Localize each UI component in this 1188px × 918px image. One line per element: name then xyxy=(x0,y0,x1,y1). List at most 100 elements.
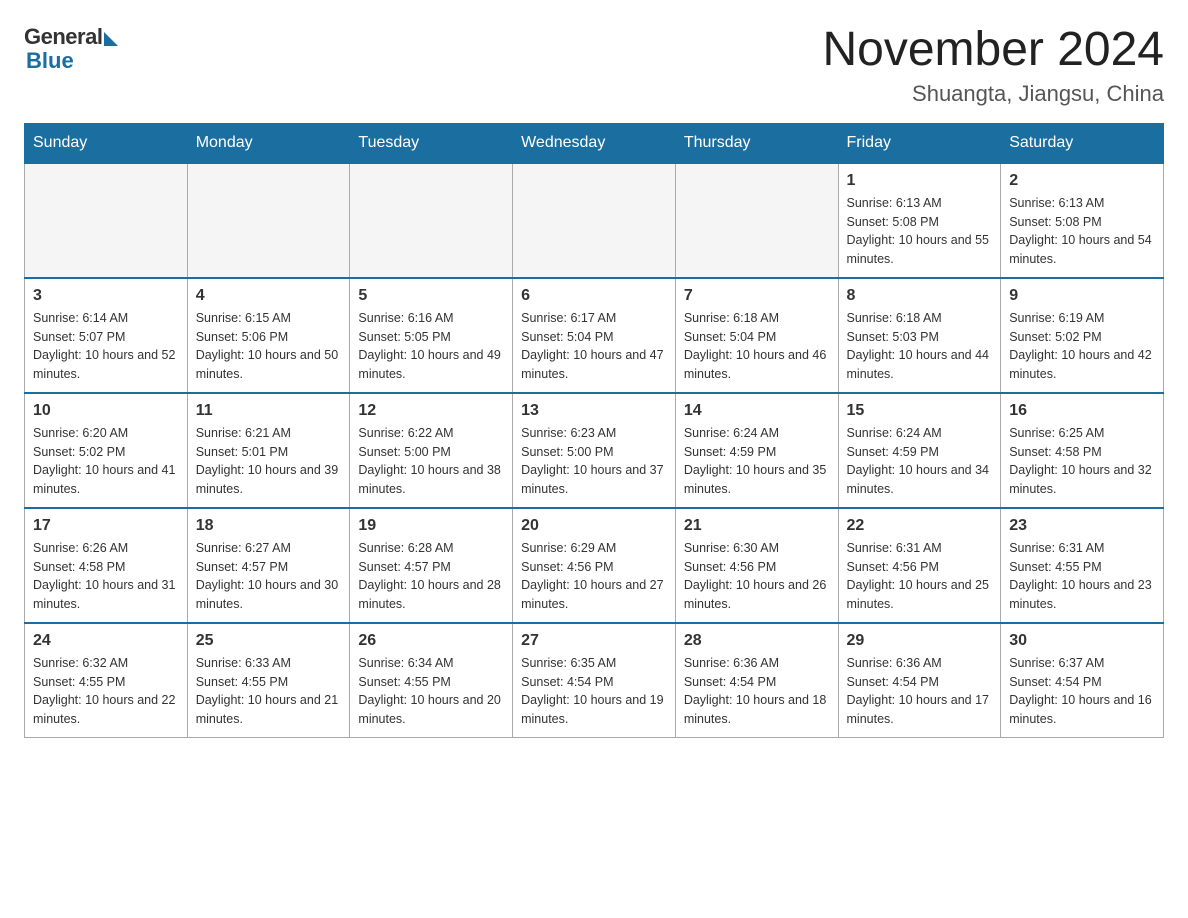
day-info-line: Sunrise: 6:37 AM xyxy=(1009,654,1155,673)
day-info-line: Daylight: 10 hours and 44 minutes. xyxy=(847,346,993,384)
day-info-line: Sunset: 4:54 PM xyxy=(1009,673,1155,692)
weekday-header-sunday: Sunday xyxy=(25,123,188,163)
calendar-cell: 13Sunrise: 6:23 AMSunset: 5:00 PMDayligh… xyxy=(513,393,676,508)
day-info-line: Daylight: 10 hours and 17 minutes. xyxy=(847,691,993,729)
day-info-line: Sunrise: 6:23 AM xyxy=(521,424,667,443)
day-info-line: Daylight: 10 hours and 54 minutes. xyxy=(1009,231,1155,269)
day-info-line: Sunrise: 6:27 AM xyxy=(196,539,342,558)
day-number: 12 xyxy=(358,402,504,420)
calendar-cell: 5Sunrise: 6:16 AMSunset: 5:05 PMDaylight… xyxy=(350,278,513,393)
weekday-header-wednesday: Wednesday xyxy=(513,123,676,163)
calendar-week-3: 10Sunrise: 6:20 AMSunset: 5:02 PMDayligh… xyxy=(25,393,1164,508)
day-info-line: Daylight: 10 hours and 52 minutes. xyxy=(33,346,179,384)
day-info-line: Sunset: 5:08 PM xyxy=(847,213,993,232)
calendar-cell: 6Sunrise: 6:17 AMSunset: 5:04 PMDaylight… xyxy=(513,278,676,393)
day-info-line: Daylight: 10 hours and 41 minutes. xyxy=(33,461,179,499)
weekday-header-monday: Monday xyxy=(187,123,350,163)
calendar-cell xyxy=(187,163,350,278)
day-info-line: Sunset: 5:02 PM xyxy=(1009,328,1155,347)
calendar-cell: 20Sunrise: 6:29 AMSunset: 4:56 PMDayligh… xyxy=(513,508,676,623)
day-info-line: Sunset: 4:58 PM xyxy=(1009,443,1155,462)
calendar-table: SundayMondayTuesdayWednesdayThursdayFrid… xyxy=(24,123,1164,738)
day-info-line: Sunset: 5:03 PM xyxy=(847,328,993,347)
day-info-line: Daylight: 10 hours and 21 minutes. xyxy=(196,691,342,729)
day-info-line: Daylight: 10 hours and 20 minutes. xyxy=(358,691,504,729)
day-info-line: Sunrise: 6:20 AM xyxy=(33,424,179,443)
day-info-line: Daylight: 10 hours and 30 minutes. xyxy=(196,576,342,614)
day-info-line: Daylight: 10 hours and 38 minutes. xyxy=(358,461,504,499)
weekday-header-row: SundayMondayTuesdayWednesdayThursdayFrid… xyxy=(25,123,1164,163)
day-number: 5 xyxy=(358,287,504,305)
day-number: 24 xyxy=(33,632,179,650)
calendar-cell: 2Sunrise: 6:13 AMSunset: 5:08 PMDaylight… xyxy=(1001,163,1164,278)
day-info-line: Sunrise: 6:17 AM xyxy=(521,309,667,328)
calendar-cell: 29Sunrise: 6:36 AMSunset: 4:54 PMDayligh… xyxy=(838,623,1001,738)
day-number: 27 xyxy=(521,632,667,650)
calendar-cell: 30Sunrise: 6:37 AMSunset: 4:54 PMDayligh… xyxy=(1001,623,1164,738)
day-info-line: Sunset: 5:04 PM xyxy=(684,328,830,347)
day-info-line: Sunrise: 6:22 AM xyxy=(358,424,504,443)
day-info-line: Sunrise: 6:33 AM xyxy=(196,654,342,673)
day-info-line: Daylight: 10 hours and 23 minutes. xyxy=(1009,576,1155,614)
day-number: 22 xyxy=(847,517,993,535)
day-info-line: Sunrise: 6:31 AM xyxy=(1009,539,1155,558)
calendar-cell: 14Sunrise: 6:24 AMSunset: 4:59 PMDayligh… xyxy=(675,393,838,508)
day-number: 8 xyxy=(847,287,993,305)
day-info-line: Daylight: 10 hours and 25 minutes. xyxy=(847,576,993,614)
day-info-line: Sunrise: 6:15 AM xyxy=(196,309,342,328)
calendar-cell: 21Sunrise: 6:30 AMSunset: 4:56 PMDayligh… xyxy=(675,508,838,623)
day-info-line: Daylight: 10 hours and 18 minutes. xyxy=(684,691,830,729)
calendar-cell: 9Sunrise: 6:19 AMSunset: 5:02 PMDaylight… xyxy=(1001,278,1164,393)
day-info-line: Sunset: 4:54 PM xyxy=(521,673,667,692)
weekday-header-tuesday: Tuesday xyxy=(350,123,513,163)
logo-blue-text: Blue xyxy=(26,48,74,74)
calendar-cell: 27Sunrise: 6:35 AMSunset: 4:54 PMDayligh… xyxy=(513,623,676,738)
day-number: 2 xyxy=(1009,172,1155,190)
day-info-line: Sunset: 4:57 PM xyxy=(196,558,342,577)
day-info-line: Sunset: 5:07 PM xyxy=(33,328,179,347)
day-info-line: Sunset: 4:55 PM xyxy=(196,673,342,692)
logo-general-text: General xyxy=(24,24,102,50)
day-info-line: Sunset: 4:59 PM xyxy=(847,443,993,462)
day-info-line: Daylight: 10 hours and 37 minutes. xyxy=(521,461,667,499)
day-info-line: Daylight: 10 hours and 16 minutes. xyxy=(1009,691,1155,729)
day-info-line: Daylight: 10 hours and 32 minutes. xyxy=(1009,461,1155,499)
day-info-line: Daylight: 10 hours and 27 minutes. xyxy=(521,576,667,614)
day-info-line: Sunset: 5:02 PM xyxy=(33,443,179,462)
day-info-line: Sunset: 5:08 PM xyxy=(1009,213,1155,232)
day-number: 7 xyxy=(684,287,830,305)
day-info-line: Sunset: 4:55 PM xyxy=(1009,558,1155,577)
day-info-line: Daylight: 10 hours and 31 minutes. xyxy=(33,576,179,614)
calendar-cell xyxy=(25,163,188,278)
calendar-cell: 8Sunrise: 6:18 AMSunset: 5:03 PMDaylight… xyxy=(838,278,1001,393)
day-info-line: Daylight: 10 hours and 28 minutes. xyxy=(358,576,504,614)
day-info-line: Sunrise: 6:29 AM xyxy=(521,539,667,558)
day-info-line: Sunrise: 6:24 AM xyxy=(847,424,993,443)
day-info-line: Sunrise: 6:24 AM xyxy=(684,424,830,443)
day-info-line: Daylight: 10 hours and 22 minutes. xyxy=(33,691,179,729)
day-info-line: Sunset: 5:04 PM xyxy=(521,328,667,347)
calendar-cell: 18Sunrise: 6:27 AMSunset: 4:57 PMDayligh… xyxy=(187,508,350,623)
day-info-line: Sunrise: 6:14 AM xyxy=(33,309,179,328)
day-info-line: Sunrise: 6:16 AM xyxy=(358,309,504,328)
calendar-week-1: 1Sunrise: 6:13 AMSunset: 5:08 PMDaylight… xyxy=(25,163,1164,278)
calendar-cell: 16Sunrise: 6:25 AMSunset: 4:58 PMDayligh… xyxy=(1001,393,1164,508)
day-info-line: Daylight: 10 hours and 55 minutes. xyxy=(847,231,993,269)
title-area: November 2024 Shuangta, Jiangsu, China xyxy=(822,24,1164,107)
day-info-line: Sunrise: 6:35 AM xyxy=(521,654,667,673)
day-info-line: Sunrise: 6:31 AM xyxy=(847,539,993,558)
day-number: 16 xyxy=(1009,402,1155,420)
day-info-line: Daylight: 10 hours and 49 minutes. xyxy=(358,346,504,384)
day-info-line: Sunset: 4:56 PM xyxy=(684,558,830,577)
day-number: 10 xyxy=(33,402,179,420)
day-info-line: Daylight: 10 hours and 26 minutes. xyxy=(684,576,830,614)
day-number: 14 xyxy=(684,402,830,420)
day-info-line: Sunset: 5:00 PM xyxy=(358,443,504,462)
page-header: General Blue November 2024 Shuangta, Jia… xyxy=(24,24,1164,107)
day-number: 21 xyxy=(684,517,830,535)
day-info-line: Daylight: 10 hours and 34 minutes. xyxy=(847,461,993,499)
day-info-line: Sunset: 4:55 PM xyxy=(358,673,504,692)
day-number: 19 xyxy=(358,517,504,535)
calendar-cell: 28Sunrise: 6:36 AMSunset: 4:54 PMDayligh… xyxy=(675,623,838,738)
day-number: 13 xyxy=(521,402,667,420)
